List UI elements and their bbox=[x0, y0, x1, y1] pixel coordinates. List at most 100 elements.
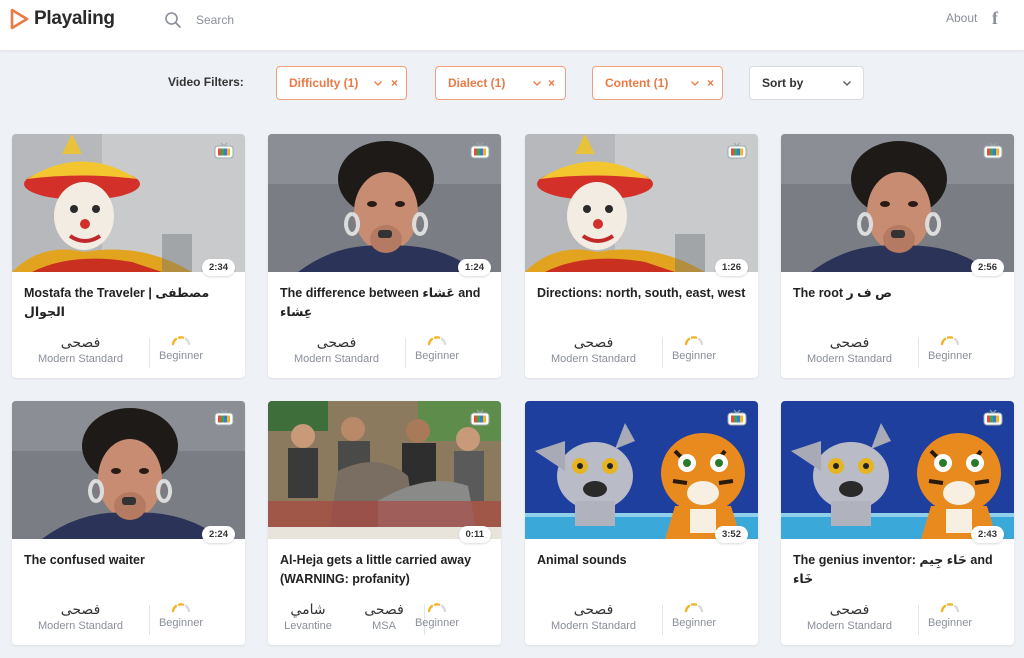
search-icon bbox=[165, 12, 181, 28]
video-title[interactable]: The genius inventor: حَاء جِيم and خَاء bbox=[793, 551, 1003, 589]
level-gauge-icon bbox=[427, 336, 447, 346]
divider bbox=[918, 338, 919, 368]
tv-icon bbox=[470, 409, 490, 426]
video-title[interactable]: Directions: north, south, east, west bbox=[537, 284, 747, 303]
video-title[interactable]: Animal sounds bbox=[537, 551, 747, 570]
dialect-english: MSA bbox=[372, 620, 396, 632]
tv-icon bbox=[727, 142, 747, 159]
clear-difficulty-icon[interactable]: × bbox=[391, 76, 398, 90]
level-label: Beginner bbox=[158, 617, 204, 629]
duration-badge: 2:24 bbox=[201, 526, 235, 543]
dialect-arabic: فصحى bbox=[829, 335, 870, 351]
video-title[interactable]: The root ص ف ر bbox=[793, 284, 1003, 303]
video-card[interactable]: 2:34 Mostafa the Traveler | مصطفى الجوال… bbox=[12, 134, 245, 378]
dialect-arabic: فصحى bbox=[364, 602, 404, 618]
divider bbox=[662, 338, 663, 368]
level-gauge-icon bbox=[684, 603, 704, 613]
video-thumbnail[interactable] bbox=[781, 134, 1014, 272]
dialect-info: فصحى Modern Standard bbox=[535, 334, 652, 366]
video-thumbnail[interactable] bbox=[268, 401, 501, 539]
video-card[interactable]: 2:43 The genius inventor: حَاء جِيم and … bbox=[781, 401, 1014, 645]
dialect-filter-label: Dialect (1) bbox=[448, 76, 506, 90]
video-meta: فصحى Modern Standard Beginner bbox=[525, 334, 758, 368]
sort-label: Sort by bbox=[762, 76, 804, 90]
filters-label: Video Filters: bbox=[168, 75, 244, 89]
tv-icon bbox=[214, 409, 234, 426]
thumbnail-image bbox=[12, 401, 245, 539]
video-title[interactable]: The confused waiter bbox=[24, 551, 234, 570]
level-label: Beginner bbox=[414, 617, 460, 629]
duration-badge: 1:26 bbox=[714, 259, 748, 276]
level-info: Beginner bbox=[151, 334, 211, 362]
dialect-english: Modern Standard bbox=[807, 353, 892, 365]
level-gauge-icon bbox=[171, 603, 191, 613]
facebook-icon[interactable]: f bbox=[992, 8, 998, 28]
video-card[interactable]: 1:26 Directions: north, south, east, wes… bbox=[525, 134, 758, 378]
thumbnail-image bbox=[268, 134, 501, 272]
video-title[interactable]: The difference between عَشاء and عِشاء bbox=[280, 284, 490, 322]
level-label: Beginner bbox=[927, 617, 973, 629]
video-thumbnail[interactable] bbox=[781, 401, 1014, 539]
video-thumbnail[interactable] bbox=[525, 134, 758, 272]
divider bbox=[918, 605, 919, 635]
search-box[interactable]: Search bbox=[164, 10, 234, 30]
dialect-english: Modern Standard bbox=[551, 620, 636, 632]
thumbnail-image bbox=[268, 401, 501, 539]
brand-logo[interactable]: Playaling bbox=[8, 8, 115, 30]
search-input[interactable]: Search bbox=[196, 13, 234, 27]
video-title[interactable]: Al-Heja gets a little carried away (WARN… bbox=[280, 551, 490, 589]
about-link[interactable]: About bbox=[946, 11, 977, 25]
duration-badge: 1:24 bbox=[457, 259, 491, 276]
dialect-info: فصحى Modern Standard bbox=[22, 334, 139, 366]
thumbnail-image bbox=[781, 134, 1014, 272]
dialect-info: شامي Levantine bbox=[276, 601, 340, 633]
dialect-info: فصحى MSA bbox=[354, 601, 414, 633]
brand-name: Playaling bbox=[34, 8, 115, 29]
video-meta: فصحى Modern Standard Beginner bbox=[12, 601, 245, 635]
tv-icon bbox=[470, 142, 490, 159]
level-info: Beginner bbox=[407, 601, 467, 629]
level-gauge-icon bbox=[940, 336, 960, 346]
play-logo-icon bbox=[10, 8, 29, 30]
video-card[interactable]: 2:24 The confused waiter فصحى Modern Sta… bbox=[12, 401, 245, 645]
video-card[interactable]: 3:52 Animal sounds فصحى Modern Standard … bbox=[525, 401, 758, 645]
chevron-down-icon bbox=[533, 81, 541, 86]
clear-content-icon[interactable]: × bbox=[707, 76, 714, 90]
level-label: Beginner bbox=[414, 350, 460, 362]
top-nav: Playaling Search About f bbox=[0, 0, 1024, 50]
thumbnail-image bbox=[525, 401, 758, 539]
dialect-english: Modern Standard bbox=[551, 353, 636, 365]
video-card[interactable]: 1:24 The difference between عَشاء and عِ… bbox=[268, 134, 501, 378]
dialect-arabic: فصحى bbox=[829, 602, 870, 618]
dialect-filter[interactable]: Dialect (1) × bbox=[435, 66, 566, 100]
dialect-english: Modern Standard bbox=[294, 353, 379, 365]
level-info: Beginner bbox=[151, 601, 211, 629]
content-filter[interactable]: Content (1) × bbox=[592, 66, 723, 100]
sort-dropdown[interactable]: Sort by bbox=[749, 66, 864, 100]
video-thumbnail[interactable] bbox=[268, 134, 501, 272]
video-title[interactable]: Mostafa the Traveler | مصطفى الجوال bbox=[24, 284, 234, 322]
dialect-english: Modern Standard bbox=[38, 353, 123, 365]
dialect-info: فصحى Modern Standard bbox=[278, 334, 395, 366]
video-thumbnail[interactable] bbox=[12, 401, 245, 539]
video-card[interactable]: 0:11 Al-Heja gets a little carried away … bbox=[268, 401, 501, 645]
level-label: Beginner bbox=[671, 617, 717, 629]
duration-badge: 3:52 bbox=[714, 526, 748, 543]
level-info: Beginner bbox=[920, 334, 980, 362]
dialect-arabic: فصحى bbox=[60, 602, 101, 618]
dialect-arabic: فصحى bbox=[316, 335, 357, 351]
duration-badge: 2:34 bbox=[201, 259, 235, 276]
difficulty-filter[interactable]: Difficulty (1) × bbox=[276, 66, 407, 100]
video-thumbnail[interactable] bbox=[12, 134, 245, 272]
difficulty-filter-label: Difficulty (1) bbox=[289, 76, 359, 90]
level-gauge-icon bbox=[171, 336, 191, 346]
clear-dialect-icon[interactable]: × bbox=[548, 76, 555, 90]
video-meta: فصحى Modern Standard Beginner bbox=[781, 601, 1014, 635]
thumbnail-image bbox=[781, 401, 1014, 539]
level-label: Beginner bbox=[158, 350, 204, 362]
dialect-english: Levantine bbox=[284, 620, 332, 632]
video-card[interactable]: 2:56 The root ص ف ر فصحى Modern Standard… bbox=[781, 134, 1014, 378]
level-gauge-icon bbox=[940, 603, 960, 613]
video-thumbnail[interactable] bbox=[525, 401, 758, 539]
dialect-arabic: فصحى bbox=[573, 602, 614, 618]
